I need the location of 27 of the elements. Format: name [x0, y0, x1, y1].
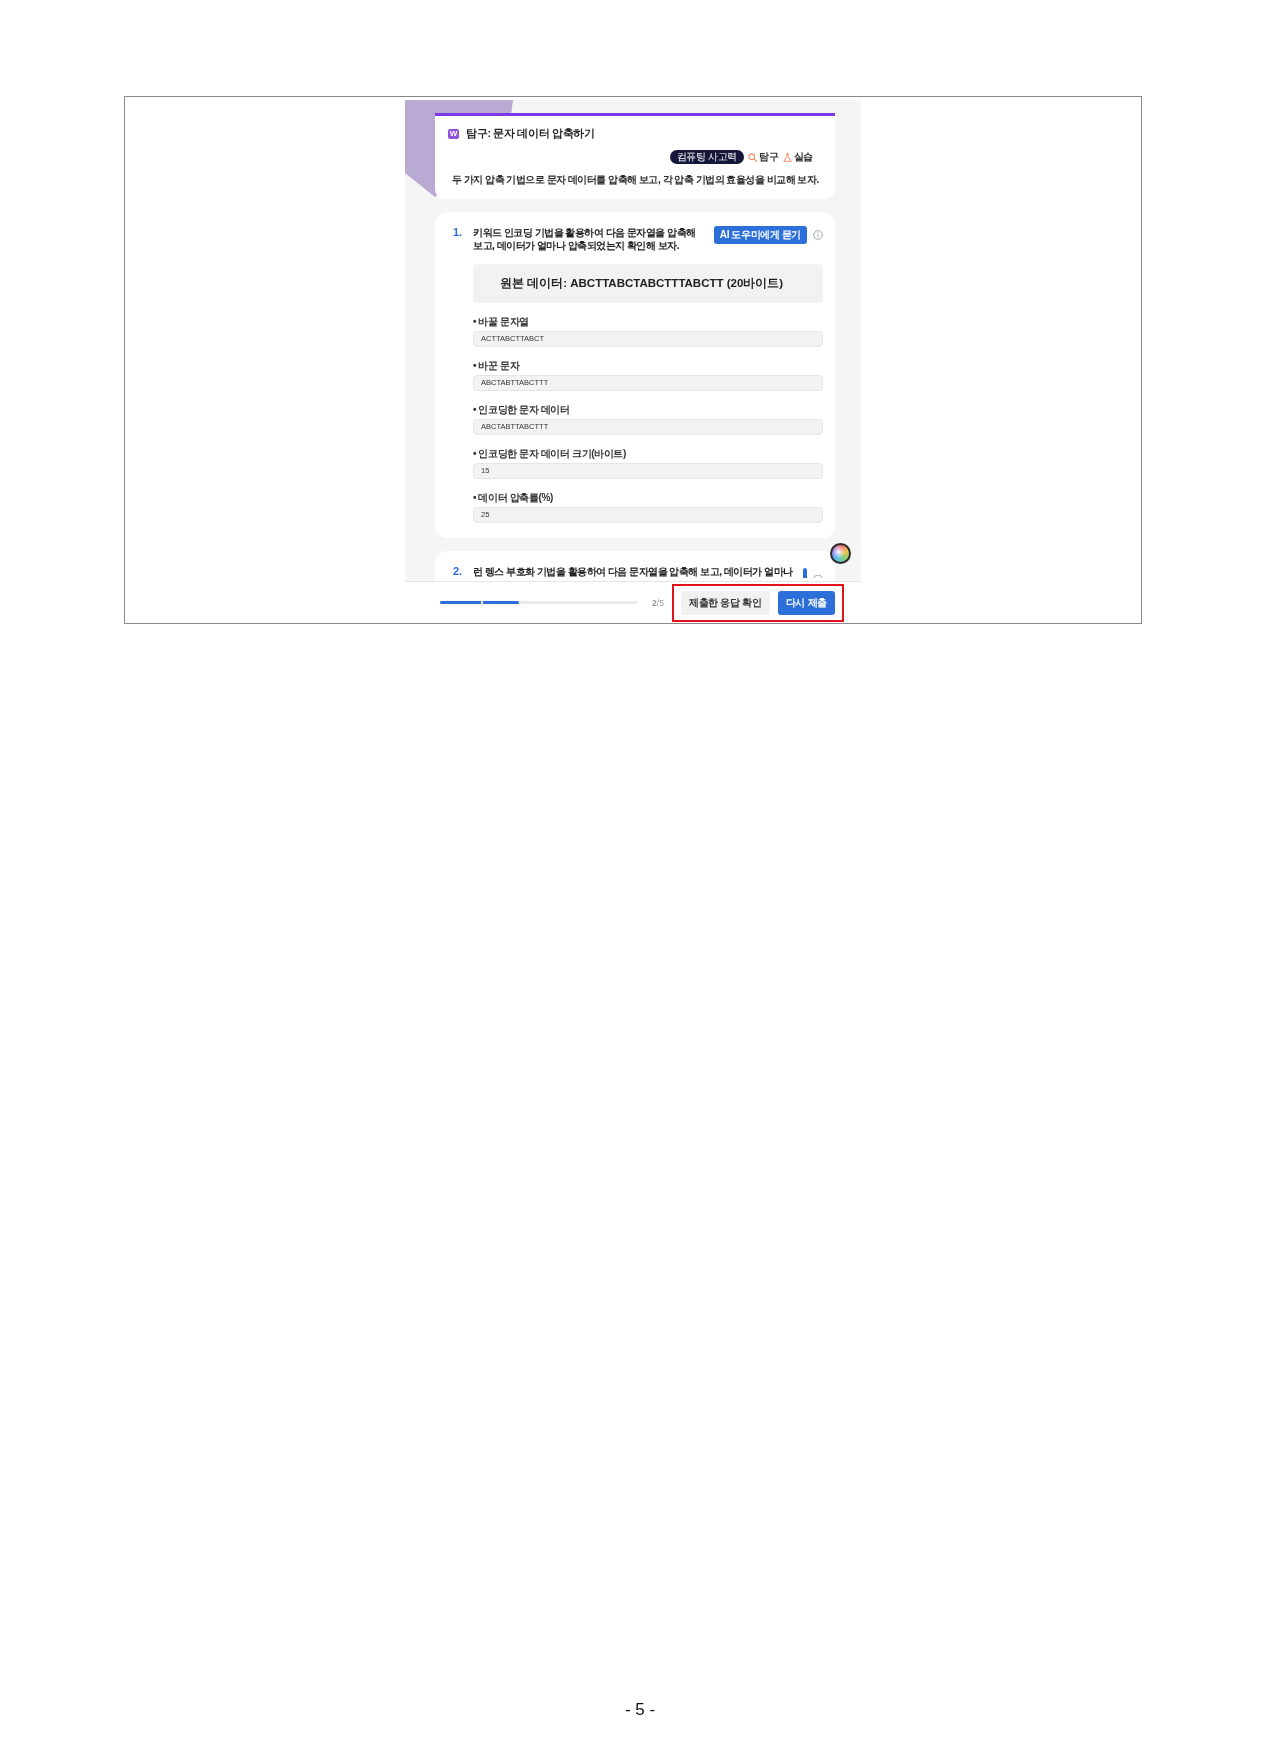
answer-label: • 바꿀 문자열 [473, 315, 530, 328]
search-icon [748, 152, 758, 162]
flask-icon [782, 152, 792, 162]
letter-badge: W [448, 129, 459, 139]
info-icon [813, 575, 823, 578]
gradient-orb-icon[interactable] [830, 543, 851, 564]
answer-label: • 인코딩한 문자 데이터 [473, 403, 571, 416]
answer-label: • 데이터 압축률(%) [473, 491, 554, 504]
view-response-button[interactable]: 제출한 응답 확인 [680, 590, 770, 615]
question-number: 2. [453, 565, 464, 578]
ai-helper-button[interactable]: AI 도우미에게 묻기 [713, 226, 807, 244]
answer-label: • 인코딩한 문자 데이터 크기(바이트) [473, 447, 627, 460]
progress-count: 2/5 [652, 597, 664, 608]
answer-label: • 바꾼 문자 [473, 359, 521, 372]
category-tag: 컴퓨팅 사고력 [669, 150, 745, 164]
activity-description: 두 가지 압축 기법으로 문자 데이터를 압축해 보고, 각 압축 기법의 효율성을 비교해 보자. [451, 173, 820, 186]
activity-title: 탐구: 문자 데이터 압축하기 [466, 127, 595, 141]
question-text: 키워드 인코딩 기법을 활용하여 다음 문자열을 압축해 보고, 데이터가 얼마나 압축되었는지 확인해 보자. [473, 226, 697, 252]
tag-label: 실습 [793, 150, 813, 164]
source-data: 원본 데이터: ABCTTABCTABCTTTABCTT (20바이트) [473, 264, 823, 303]
question-number: 1. [453, 226, 464, 239]
info-icon [813, 230, 823, 240]
tag-label: 탐구 [759, 150, 779, 164]
resubmit-button[interactable]: 다시 제출 [777, 590, 835, 615]
partial-button[interactable] [802, 568, 807, 578]
page-number: - 5 - [624, 1700, 656, 1719]
question-text: 런 렝스 부호화 기법을 활용하여 다음 문자열을 압축해 보고, 데이터가 얼마나 [473, 565, 793, 578]
